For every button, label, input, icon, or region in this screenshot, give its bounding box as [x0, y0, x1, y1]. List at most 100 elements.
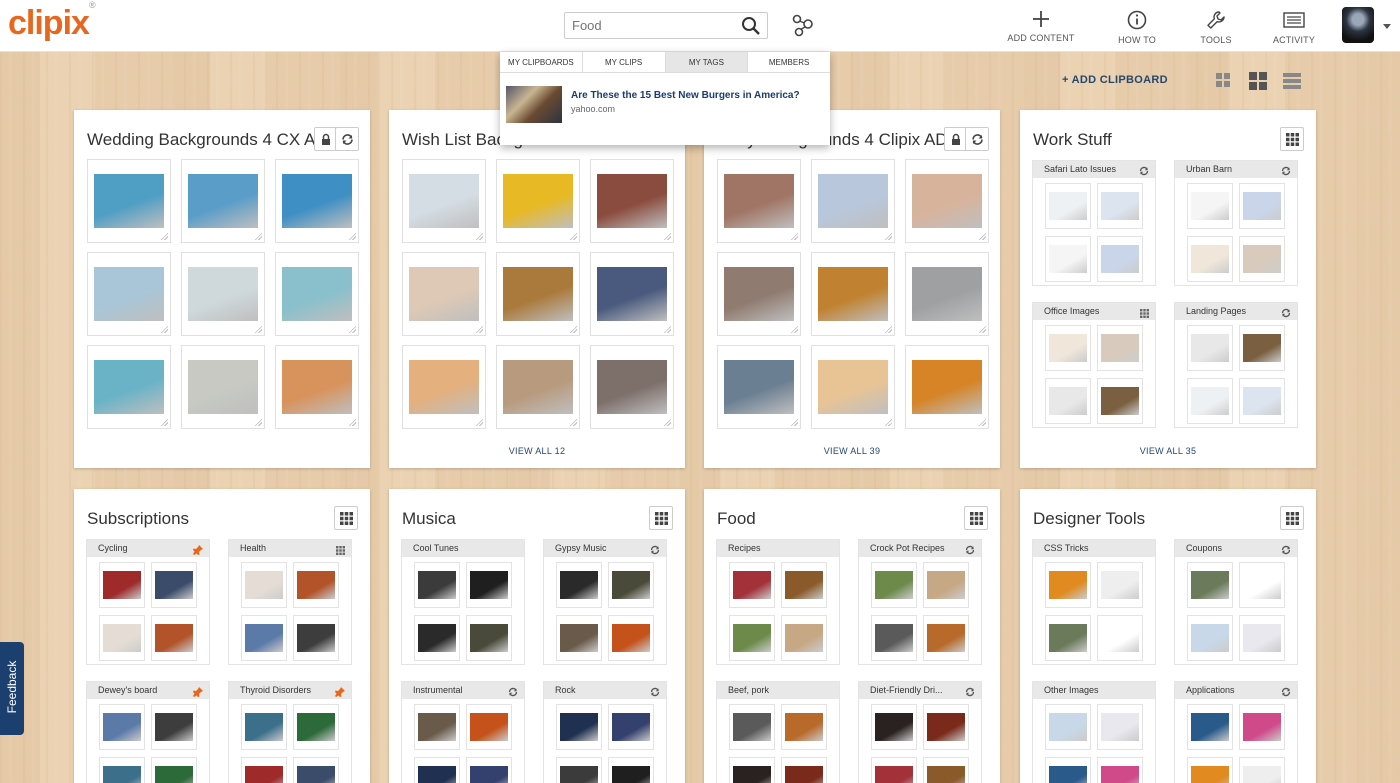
sub-clip-thumbnail[interactable] [293, 615, 339, 661]
sync-button[interactable] [650, 544, 660, 561]
resize-handle-icon[interactable] [160, 232, 168, 240]
list-view-icon[interactable] [1283, 73, 1301, 94]
resize-handle-icon[interactable] [254, 232, 262, 240]
clip-tile[interactable] [811, 159, 895, 243]
resize-handle-icon[interactable] [569, 325, 577, 333]
sync-button[interactable] [965, 127, 989, 151]
sub-clip-thumbnail[interactable] [241, 757, 287, 783]
resize-handle-icon[interactable] [475, 325, 483, 333]
sub-board-title[interactable]: Thyroid Disorders [229, 682, 351, 699]
clip-tile[interactable] [275, 252, 359, 336]
sub-clip-thumbnail[interactable] [871, 704, 917, 750]
sub-clip-thumbnail[interactable] [1045, 615, 1091, 661]
how-to-button[interactable]: HOW TO [1097, 8, 1177, 45]
resize-handle-icon[interactable] [569, 232, 577, 240]
resize-handle-icon[interactable] [254, 325, 262, 333]
tab-members[interactable]: MEMBERS [748, 52, 830, 72]
sub-clip-thumbnail[interactable] [1187, 236, 1233, 282]
sub-clip-thumbnail[interactable] [1045, 757, 1091, 783]
resize-handle-icon[interactable] [790, 232, 798, 240]
grid-button[interactable] [649, 506, 673, 530]
sub-board-title[interactable]: Urban Barn [1175, 161, 1297, 178]
sub-board[interactable]: Crock Pot Recipes [858, 539, 982, 665]
clipboard-title[interactable]: Work Stuff [1033, 130, 1112, 150]
sub-clip-thumbnail[interactable] [1187, 378, 1233, 424]
sub-clip-thumbnail[interactable] [729, 615, 775, 661]
sub-clip-thumbnail[interactable] [1097, 236, 1143, 282]
view-all-link[interactable]: VIEW ALL 39 [704, 446, 1000, 456]
sub-clip-thumbnail[interactable] [781, 757, 827, 783]
sub-clip-thumbnail[interactable] [241, 704, 287, 750]
sub-clip-thumbnail[interactable] [1045, 378, 1091, 424]
sub-board[interactable]: Safari Lato Issues [1032, 160, 1156, 286]
resize-handle-icon[interactable] [254, 418, 262, 426]
sub-clip-thumbnail[interactable] [99, 562, 145, 608]
sub-board-title[interactable]: Gypsy Music [544, 540, 666, 557]
sub-clip-thumbnail[interactable] [923, 615, 969, 661]
clip-tile[interactable] [181, 159, 265, 243]
clip-tile[interactable] [496, 159, 580, 243]
clip-tile[interactable] [275, 345, 359, 429]
resize-handle-icon[interactable] [160, 325, 168, 333]
sub-clip-thumbnail[interactable] [1239, 615, 1285, 661]
clip-tile[interactable] [811, 252, 895, 336]
activity-button[interactable]: ACTIVITY [1254, 8, 1334, 45]
clipboard-card[interactable]: Baby Backgrounds 4 Clipix AD VIEW ALL 39 [704, 110, 1000, 468]
sub-board[interactable]: Urban Barn [1174, 160, 1298, 286]
result-title[interactable]: Are These the 15 Best New Burgers in Ame… [571, 90, 800, 101]
sub-clip-thumbnail[interactable] [1097, 378, 1143, 424]
avatar[interactable] [1342, 7, 1374, 43]
sub-clip-thumbnail[interactable] [466, 757, 512, 783]
resize-handle-icon[interactable] [160, 418, 168, 426]
sub-clip-thumbnail[interactable] [1097, 325, 1143, 371]
sub-clip-thumbnail[interactable] [99, 704, 145, 750]
resize-handle-icon[interactable] [978, 325, 986, 333]
clipboard-card[interactable]: Wish List Backgrounds 4 CX AD VIEW ALL 1… [389, 110, 685, 468]
clip-tile[interactable] [87, 252, 171, 336]
clipboard-title[interactable]: Food [717, 509, 756, 529]
sub-clip-thumbnail[interactable] [781, 615, 827, 661]
sync-button[interactable] [1281, 686, 1291, 703]
sync-button[interactable] [1281, 165, 1291, 182]
sub-clip-thumbnail[interactable] [151, 615, 197, 661]
sub-clip-thumbnail[interactable] [871, 615, 917, 661]
sub-clip-thumbnail[interactable] [1187, 704, 1233, 750]
sync-button[interactable] [508, 686, 518, 703]
sub-board-title[interactable]: Crock Pot Recipes [859, 540, 981, 557]
sub-clip-thumbnail[interactable] [414, 704, 460, 750]
sub-clip-thumbnail[interactable] [99, 615, 145, 661]
sub-clip-thumbnail[interactable] [608, 757, 654, 783]
sub-board[interactable]: Other Images [1032, 681, 1156, 783]
view-all-link[interactable]: VIEW ALL 12 [389, 446, 685, 456]
clip-tile[interactable] [590, 252, 674, 336]
sub-board-title[interactable]: Safari Lato Issues [1033, 161, 1155, 178]
clipboard-card[interactable]: Musica Cool Tunes Gypsy Music Instrumental… [389, 489, 685, 783]
sub-clip-thumbnail[interactable] [608, 615, 654, 661]
grid-button[interactable] [334, 506, 358, 530]
tab-my-clipboards[interactable]: MY CLIPBOARDS [500, 52, 583, 72]
clipboard-card[interactable]: Food Recipes Crock Pot Recipes Beef, pork D… [704, 489, 1000, 783]
sub-clip-thumbnail[interactable] [414, 562, 460, 608]
sub-clip-thumbnail[interactable] [729, 704, 775, 750]
resize-handle-icon[interactable] [663, 325, 671, 333]
sub-board[interactable]: CSS Tricks [1032, 539, 1156, 665]
sync-button[interactable] [335, 127, 359, 151]
add-content-button[interactable]: ADD CONTENT [1001, 8, 1081, 43]
sub-clip-thumbnail[interactable] [1045, 236, 1091, 282]
resize-handle-icon[interactable] [978, 418, 986, 426]
sub-clip-thumbnail[interactable] [871, 757, 917, 783]
sub-board-title[interactable]: Coupons [1175, 540, 1297, 557]
pin-button[interactable] [193, 544, 203, 561]
clip-tile[interactable] [590, 345, 674, 429]
sub-board[interactable]: Health [228, 539, 352, 665]
sub-clip-thumbnail[interactable] [151, 757, 197, 783]
sub-clip-thumbnail[interactable] [1187, 183, 1233, 229]
clip-tile[interactable] [905, 159, 989, 243]
chevron-down-icon[interactable] [1383, 24, 1391, 29]
sub-board-title[interactable]: Health [229, 540, 351, 557]
clip-tile[interactable] [402, 252, 486, 336]
sub-board[interactable]: Diet-Friendly Dri... [858, 681, 982, 783]
sub-clip-thumbnail[interactable] [466, 615, 512, 661]
sub-clip-thumbnail[interactable] [414, 757, 460, 783]
sub-board-title[interactable]: Instrumental [402, 682, 524, 699]
